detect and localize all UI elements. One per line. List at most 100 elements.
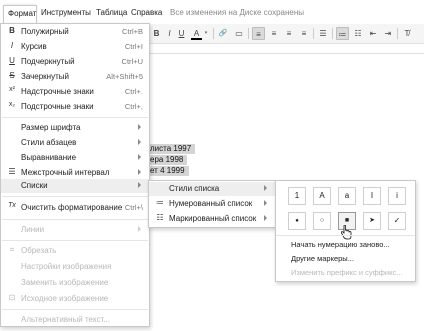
menu-divider	[2, 240, 148, 241]
menu-item-label: Курсив	[21, 42, 47, 51]
strikethrough-icon: S	[9, 71, 15, 80]
chevron-right-icon	[138, 154, 141, 160]
chevron-right-icon	[138, 139, 141, 145]
menu-item-label: Стили списка	[169, 184, 220, 193]
toolbar-divider	[332, 28, 333, 39]
align-right-icon[interactable]: ≡	[283, 27, 295, 40]
style-cell-circle[interactable]: ○	[313, 212, 331, 230]
menu-item-crop: ⌗ Обрезать	[1, 244, 149, 258]
restart-numbering-link[interactable]: Начать нумерацию заново...	[291, 240, 390, 249]
menu-item-clear-formatting[interactable]: Tx Очистить форматирование Ctrl+\	[1, 201, 149, 215]
chevron-down-icon[interactable]: ▾	[203, 27, 209, 40]
menu-item-italic[interactable]: I Курсив Ctrl+I	[1, 40, 149, 54]
align-left-icon[interactable]: ≡	[252, 27, 265, 40]
menu-item-label: Стили абзацев	[21, 138, 77, 147]
chevron-right-icon	[264, 200, 267, 206]
menu-item-subscript[interactable]: x₂ Подстрочные знаки Ctrl+,	[1, 100, 149, 114]
text-color-button[interactable]: A	[191, 27, 202, 40]
menu-item-label: Размер шрифта	[21, 123, 81, 132]
style-cell-lower-alpha[interactable]: a	[338, 187, 356, 205]
menu-item-line-spacing[interactable]: ☰ Межстрочный интервал	[1, 166, 149, 180]
shortcut-label: Ctrl+\	[124, 203, 143, 212]
menu-item-label: Обрезать	[21, 246, 57, 255]
menu-item-lines: Линии	[1, 223, 149, 237]
prefix-suffix-link: Изменить префикс и суффикс...	[291, 268, 403, 277]
chevron-right-icon	[264, 185, 267, 191]
comment-icon[interactable]: ▭	[233, 27, 245, 40]
style-cell-numeric[interactable]: 1	[288, 187, 306, 205]
menu-item-list-styles[interactable]: Стили списка	[149, 182, 275, 196]
menu-item-paragraph-styles[interactable]: Стили абзацев	[1, 136, 149, 150]
shortcut-label: Ctrl+,	[124, 102, 143, 111]
increase-indent-icon[interactable]: ⇥	[382, 27, 394, 40]
menu-item-bold[interactable]: B Полужирный Ctrl+B	[1, 25, 149, 39]
decrease-indent-icon[interactable]: ⇤	[367, 27, 379, 40]
chevron-right-icon	[138, 226, 141, 232]
menu-item-label: Исходное изображение	[21, 294, 109, 303]
clear-formatting-icon: Tx	[8, 202, 16, 209]
menu-divider	[2, 219, 148, 220]
shortcut-label: Ctrl+I	[124, 42, 143, 51]
bulleted-list-icon: ☷	[156, 213, 164, 222]
style-cell-lower-roman[interactable]: i	[388, 187, 406, 205]
style-cell-upper-roman[interactable]: I	[363, 187, 381, 205]
format-menu: B Полужирный Ctrl+B I Курсив Ctrl+I U По…	[0, 23, 150, 327]
menu-divider	[2, 117, 148, 118]
italic-button[interactable]: I	[165, 27, 174, 40]
line-spacing-icon[interactable]: ☰	[317, 27, 329, 40]
underline-button[interactable]: U	[177, 27, 186, 40]
menu-item-numbered-list[interactable]: ≔ Нумерованный список	[149, 197, 275, 211]
menu-divider	[2, 309, 148, 310]
bold-icon: B	[9, 26, 15, 35]
link-icon[interactable]: 🔗	[217, 27, 229, 40]
more-bullets-link[interactable]: Другие маркеры...	[291, 254, 354, 263]
menu-item-label: Зачеркнутый	[21, 72, 69, 81]
menu-item-image-options: Настройки изображения	[1, 260, 149, 274]
style-cell-check[interactable]: ✓	[388, 212, 406, 230]
bold-button[interactable]: B	[152, 27, 161, 40]
numbered-list-icon: ≔	[156, 198, 164, 207]
menu-item-label: Надстрочные знаки	[21, 87, 94, 96]
menu-item-label: Списки	[21, 181, 48, 190]
clear-formatting-icon[interactable]: T̸	[401, 27, 413, 40]
toolbar-divider	[313, 28, 314, 39]
menu-item-label: Подчеркнутый	[21, 57, 75, 66]
bullet-style-panel: 1 A a I i ● ○ ■ ➤ ✓ Начать нумерацию зан…	[275, 180, 416, 282]
style-cell-disc[interactable]: ●	[288, 212, 306, 230]
menu-item-strikethrough[interactable]: S Зачеркнутый Alt+Shift+5	[1, 70, 149, 84]
document-line: ера 1998	[150, 155, 188, 165]
menu-item-alignment[interactable]: Выравнивание	[1, 151, 149, 165]
menu-item-alt-text: Альтернативный текст...	[1, 313, 149, 327]
menu-item-bulleted-list[interactable]: ☷ Маркированный список	[149, 212, 275, 226]
menu-item-superscript[interactable]: x² Надстрочные знаки Ctrl+.	[1, 85, 149, 99]
style-cell-upper-alpha[interactable]: A	[313, 187, 331, 205]
menu-item-lists[interactable]: Списки	[1, 179, 149, 193]
superscript-icon: x²	[9, 86, 15, 93]
shortcut-label: Ctrl+.	[124, 87, 143, 96]
menu-item-underline[interactable]: U Подчеркнутый Ctrl+U	[1, 55, 149, 69]
menu-item-font-size[interactable]: Размер шрифта	[1, 121, 149, 135]
chevron-right-icon	[138, 169, 141, 175]
menu-item-label: Очистить форматирование	[21, 203, 123, 212]
menu-item-label: Заменить изображение	[21, 278, 109, 287]
align-justify-icon[interactable]: ≡	[298, 27, 310, 40]
menu-table[interactable]: Таблица	[96, 8, 127, 17]
menu-format[interactable]: Формат	[3, 5, 37, 24]
toolbar-divider	[248, 28, 249, 39]
menu-tools[interactable]: Инструменты	[41, 8, 91, 17]
menu-item-label: Подстрочные знаки	[21, 102, 94, 111]
menu-item-label: Выравнивание	[21, 153, 77, 162]
italic-icon: I	[10, 41, 14, 50]
menu-divider	[2, 196, 148, 197]
hand-cursor-icon	[341, 225, 352, 240]
menu-item-reset-image: ⊡ Исходное изображение	[1, 292, 149, 306]
align-center-icon[interactable]: ≡	[268, 27, 280, 40]
chevron-right-icon	[138, 182, 141, 188]
toolbar-divider	[397, 28, 398, 39]
numbered-list-icon[interactable]: ≔	[336, 27, 349, 40]
underline-icon: U	[9, 56, 15, 65]
style-cell-arrow[interactable]: ➤	[363, 212, 381, 230]
menu-help[interactable]: Справка	[131, 8, 162, 17]
bulleted-list-icon[interactable]: ☷	[352, 27, 364, 40]
reset-image-icon: ⊡	[8, 293, 16, 302]
